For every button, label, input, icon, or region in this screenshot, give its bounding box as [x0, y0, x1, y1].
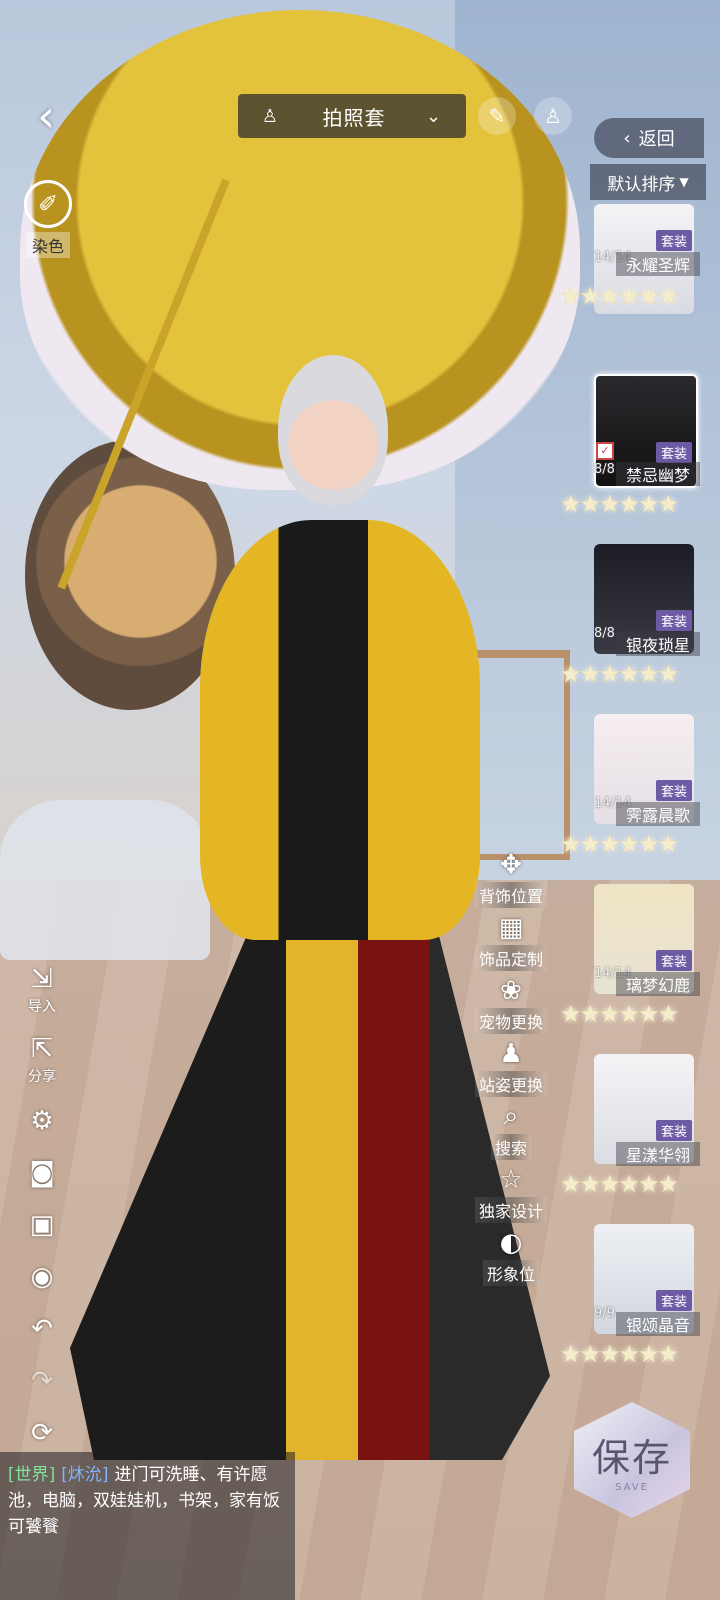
import-label: 导入	[28, 999, 56, 1015]
suit-tag: 套装	[656, 950, 693, 971]
outfit-selector-label: 拍照套	[322, 105, 386, 130]
caret-down-icon: ▼	[679, 175, 689, 189]
dress-icon: ♙	[261, 105, 279, 127]
wardrobe-back-button[interactable]: ‹ 返回	[594, 118, 704, 158]
suit-tag: 套装	[656, 610, 693, 631]
func-pose-change[interactable]: ♟ 站姿更换	[472, 1034, 550, 1097]
import-button[interactable]: ⇲ 导入	[18, 955, 66, 1025]
wardrobe-list: 14/14 套装 永耀圣辉 ★★★★★★ ✓ 8/8 套装 禁忌幽梦 ★★★★★…	[560, 200, 720, 1390]
outfit-selector-dropdown[interactable]: ♙ 拍照套 ⌄	[238, 94, 466, 138]
func-label: 独家设计	[474, 1197, 547, 1223]
rating-stars: ★★★★★★	[560, 490, 679, 518]
outfit-card[interactable]: 14/14 套装 霁露晨歌 ★★★★★★	[560, 710, 720, 880]
outfit-count: 8/8	[594, 462, 615, 477]
func-accessory-custom[interactable]: ▦ 饰品定制	[472, 908, 550, 971]
chevron-down-icon: ⌄	[426, 105, 442, 127]
sort-dropdown[interactable]: 默认排序 ▼	[590, 164, 706, 200]
outfit-card[interactable]: 8/8 套装 银夜琐星 ★★★★★★	[560, 540, 720, 710]
func-pet-change[interactable]: ❀ 宠物更换	[472, 971, 550, 1034]
outfit-name: 霁露晨歌	[616, 802, 700, 826]
func-label: 宠物更换	[474, 1008, 547, 1034]
share-icon: ⇱	[31, 1034, 53, 1064]
rating-stars: ★★★★★★	[560, 1170, 679, 1198]
outfit-name: 银颂晶音	[616, 1312, 700, 1336]
import-icon: ⇲	[31, 964, 53, 994]
brush-icon[interactable]: ✎	[478, 97, 516, 135]
paw-icon: ❀	[500, 976, 522, 1006]
func-image-slot[interactable]: ◐ 形象位	[472, 1223, 550, 1286]
rating-stars: ★★★★★★	[560, 282, 679, 310]
dress-outline-icon[interactable]: ♙	[534, 97, 572, 135]
world-chat-box[interactable]: [世界] [炑沇] 进门可洗睡、有许愿池，电脑，双娃娃机，书架，家有饭可饕餮	[0, 1452, 295, 1600]
redo-icon[interactable]: ↷	[18, 1355, 66, 1407]
character-head	[278, 355, 388, 505]
dye-button[interactable]: ✐ 染色	[18, 180, 78, 258]
func-exclusive-design[interactable]: ☆ 独家设计	[472, 1160, 550, 1223]
rating-stars: ★★★★★★	[560, 1340, 679, 1368]
func-label: 形象位	[482, 1260, 539, 1286]
sofa	[0, 800, 210, 960]
star-icon: ☆	[499, 1165, 523, 1195]
sort-label: 默认排序	[607, 174, 676, 195]
suit-tag: 套装	[656, 230, 693, 251]
search-icon: ⌕	[503, 1101, 519, 1131]
save-sub-label: SAVE	[615, 1482, 649, 1493]
function-menu: ✥ 背饰位置 ▦ 饰品定制 ❀ 宠物更换 ♟ 站姿更换 ⌕ 搜索 ☆ 独家设计 …	[472, 845, 550, 1286]
outfit-name: 星漾华翎	[616, 1142, 700, 1166]
rating-stars: ★★★★★★	[560, 830, 679, 858]
func-search[interactable]: ⌕ 搜索	[472, 1097, 550, 1160]
checkbox-icon: ✓	[596, 442, 614, 460]
outfit-card[interactable]: 套装 星漾华翎 ★★★★★★	[560, 1050, 720, 1220]
outfit-card-selected[interactable]: ✓ 8/8 套装 禁忌幽梦 ★★★★★★	[560, 370, 720, 540]
func-label: 饰品定制	[474, 945, 547, 971]
suit-tag: 套装	[656, 1290, 693, 1311]
image-icon[interactable]: ▣	[18, 1199, 66, 1251]
outfit-name: 银夜琐星	[616, 632, 700, 656]
func-label: 站姿更换	[474, 1071, 547, 1097]
portrait-icon: ◐	[499, 1228, 523, 1258]
rating-stars: ★★★★★★	[560, 1000, 679, 1028]
outfit-count: 9/9	[594, 1306, 615, 1321]
func-back-accessory-position[interactable]: ✥ 背饰位置	[472, 845, 550, 908]
outfit-name: 永耀圣辉	[616, 252, 700, 276]
rating-stars: ★★★★★★	[560, 660, 679, 688]
camera-icon[interactable]: ◙	[18, 1147, 66, 1199]
move-cross-icon: ✥	[500, 850, 522, 880]
outfit-card[interactable]: 14/14 套装 璃梦幻鹿 ★★★★★★	[560, 880, 720, 1050]
left-toolbar: ⇲ 导入 ⇱ 分享 ⚙ ◙ ▣ ◉ ↶ ↷ ⟳	[18, 955, 66, 1459]
palette-icon: ✐	[24, 180, 72, 228]
func-label: 背饰位置	[474, 882, 547, 908]
share-label: 分享	[28, 1069, 56, 1085]
settings-gear-icon[interactable]: ⚙	[18, 1095, 66, 1147]
character-body	[200, 520, 480, 940]
outfit-name: 璃梦幻鹿	[616, 972, 700, 996]
person-pose-icon: ♟	[499, 1039, 523, 1069]
suit-tag: 套装	[656, 442, 693, 463]
share-button[interactable]: ⇱ 分享	[18, 1025, 66, 1095]
chat-username[interactable]: [炑沇]	[61, 1465, 108, 1485]
outfit-name: 禁忌幽梦	[616, 462, 700, 486]
save-label: 保存	[591, 1436, 672, 1480]
back-label: 返回	[638, 129, 675, 150]
chat-channel: [世界]	[8, 1465, 56, 1485]
outfit-count: 8/8	[594, 626, 615, 641]
func-label: 搜索	[490, 1134, 531, 1160]
suit-tag: 套装	[656, 780, 693, 801]
eye-icon[interactable]: ◉	[18, 1251, 66, 1303]
back-arrow-icon[interactable]: ‹	[22, 91, 70, 142]
undo-icon[interactable]: ↶	[18, 1303, 66, 1355]
outfit-card[interactable]: 9/9 套装 银颂晶音 ★★★★★★	[560, 1220, 720, 1390]
dye-label: 染色	[25, 232, 70, 258]
chevron-left-icon: ‹	[623, 127, 631, 149]
accessory-custom-icon: ▦	[498, 913, 524, 943]
outfit-card[interactable]: 14/14 套装 永耀圣辉 ★★★★★★	[560, 200, 720, 370]
suit-tag: 套装	[656, 1120, 693, 1141]
